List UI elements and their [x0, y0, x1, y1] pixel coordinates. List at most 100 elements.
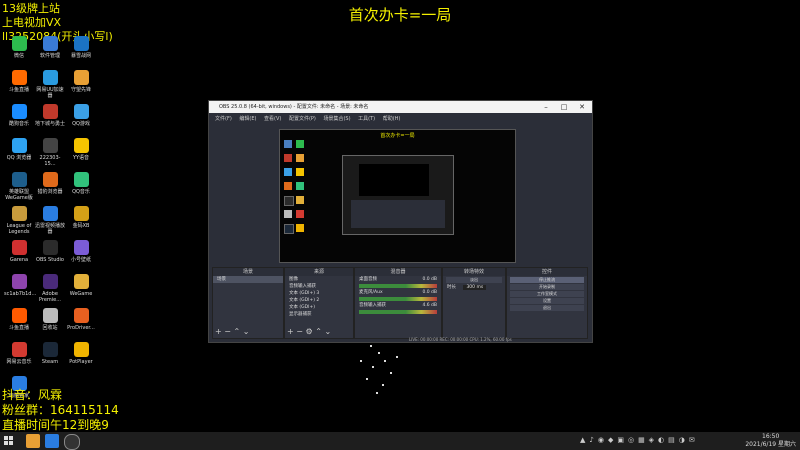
desktop-icon[interactable]: QQ音乐 — [66, 172, 96, 195]
desktop-icon[interactable]: 斗鱼直播 — [4, 308, 34, 331]
windows-start-icon[interactable] — [4, 436, 14, 446]
app-icon — [73, 36, 89, 51]
maximize-button[interactable]: □ — [557, 101, 571, 113]
taskbar-clock[interactable]: 16:50 2021/6/19 星期六 — [745, 433, 796, 449]
taskbar-app-icon[interactable] — [45, 434, 59, 448]
remove-icon[interactable]: − — [296, 327, 303, 336]
desktop-icon[interactable]: 222303-15... — [35, 138, 65, 167]
desktop-icon[interactable]: QQ 浏览器 — [4, 138, 34, 161]
desktop-icon[interactable]: Garena — [4, 240, 34, 263]
desktop-icon[interactable]: QQ游戏 — [66, 104, 96, 127]
desktop-icon[interactable]: 回收站 — [35, 308, 65, 331]
desktop-icon[interactable]: 猎豹浏览器 — [35, 172, 65, 195]
scene-item[interactable]: 场景 — [213, 276, 283, 283]
desktop-icon[interactable]: 金码XB — [66, 206, 96, 229]
app-icon — [42, 104, 58, 119]
preview-desktop-icon — [296, 210, 304, 218]
source-item[interactable]: 显示器捕获 — [285, 311, 353, 318]
minimize-button[interactable]: – — [539, 101, 553, 113]
menu-edit[interactable]: 编辑(E) — [239, 114, 256, 124]
volume-meter[interactable] — [359, 310, 437, 314]
desktop-icon[interactable]: PotPlayer — [66, 342, 96, 365]
desktop-icon[interactable]: WeGame — [66, 274, 96, 297]
desktop-icon-label: 网易UU加速器 — [36, 87, 64, 99]
desktop-icon[interactable]: YY语音 — [66, 138, 96, 161]
desktop-icon[interactable]: ProDriver... — [66, 308, 96, 331]
particle — [372, 366, 374, 368]
source-item[interactable]: 音频输入捕获 — [285, 283, 353, 290]
volume-meter[interactable] — [359, 284, 437, 288]
desktop-icon-label: WeGame — [69, 291, 93, 297]
desktop-icon-label: OBS Studio — [36, 257, 64, 263]
desktop-icon-label: 微信 — [13, 53, 24, 59]
preview-desktop-icon — [296, 168, 304, 176]
preview-desktop-icon — [284, 140, 292, 148]
controls-dock: 控件 停止推流 开始录制 工作室模式 设置 退出 — [506, 267, 588, 339]
obs-titlebar[interactable]: OBS 25.0.8 (64-bit, windows) - 配置文件: 未命名… — [209, 101, 592, 113]
desktop-icon-label: 222303-15... — [39, 155, 61, 167]
desktop-icon[interactable]: 小号壁纸 — [66, 240, 96, 263]
obs-window[interactable]: OBS 25.0.8 (64-bit, windows) - 配置文件: 未命名… — [208, 100, 593, 343]
up-arrow-icon[interactable]: ⌃ — [315, 327, 322, 336]
desktop-icon-label: Adobe Premie... — [38, 291, 62, 303]
obs-taskbar-icon[interactable] — [64, 434, 80, 450]
menu-profile[interactable]: 配置文件(P) — [289, 114, 316, 124]
obs-menubar: 文件(F) 编辑(E) 查看(V) 配置文件(P) 场景集合(S) 工具(T) … — [209, 114, 592, 124]
app-icon — [73, 308, 89, 323]
desktop-icon[interactable]: League of Legends — [4, 206, 34, 235]
app-icon — [11, 206, 27, 221]
remove-icon[interactable]: − — [224, 327, 231, 336]
add-icon[interactable]: + — [287, 327, 294, 336]
studio-mode-button[interactable]: 工作室模式 — [510, 291, 584, 297]
exit-button[interactable]: 退出 — [510, 305, 584, 311]
desktop-icon[interactable]: 守望先锋 — [66, 70, 96, 93]
stop-streaming-button[interactable]: 停止推流 — [510, 277, 584, 283]
down-arrow-icon[interactable]: ⌄ — [243, 327, 250, 336]
desktop-icon[interactable]: 斗鱼直播 — [4, 70, 34, 93]
menu-help[interactable]: 帮助(H) — [383, 114, 401, 124]
desktop-icon[interactable]: 英雄联盟 WeGame版 — [4, 172, 34, 201]
desktop-icon[interactable]: 迅雷视频播放器 — [35, 206, 65, 235]
settings-button[interactable]: 设置 — [510, 298, 584, 304]
source-item[interactable]: 图像 — [285, 276, 353, 283]
start-recording-button[interactable]: 开始录制 — [510, 284, 584, 290]
desktop-icon[interactable]: OBS Studio — [35, 240, 65, 263]
taskbar-app-icon[interactable] — [26, 434, 40, 448]
app-icon — [42, 342, 58, 357]
clock-date: 2021/6/19 星期六 — [745, 441, 796, 448]
desktop-icon-label: 英雄联盟 WeGame版 — [5, 189, 33, 201]
desktop-icon[interactable]: 软件管理 — [35, 36, 65, 59]
gear-icon[interactable]: ⚙ — [306, 327, 313, 336]
source-item[interactable]: 文本 (GDI+) 2 — [285, 297, 353, 304]
menu-file[interactable]: 文件(F) — [215, 114, 232, 124]
system-tray-icons[interactable]: ▲♪◉◆▣◎▦◈◐▤◑✉ — [580, 436, 699, 444]
volume-meter[interactable] — [359, 297, 437, 301]
up-arrow-icon[interactable]: ⌃ — [234, 327, 241, 336]
desktop-icon-label: 迅雷视频播放器 — [35, 223, 66, 235]
add-icon[interactable]: + — [215, 327, 222, 336]
desktop-icon[interactable]: Steam — [35, 342, 65, 365]
desktop-icon[interactable]: 暴雪战网 — [66, 36, 96, 59]
desktop-icon[interactable]: Adobe Premie... — [35, 274, 65, 303]
desktop-icon[interactable]: 网易UU加速器 — [35, 70, 65, 99]
menu-scene-collection[interactable]: 场景集合(S) — [323, 114, 350, 124]
transition-select[interactable]: 淡出 — [446, 277, 502, 283]
obs-preview[interactable]: 首次办卡=一局 — [279, 129, 516, 263]
source-item[interactable]: 文本 (GDI+) — [285, 304, 353, 311]
desktop-icon[interactable]: 网易云音乐 — [4, 342, 34, 365]
desktop-icon[interactable]: 酷狗音乐 — [4, 104, 34, 127]
desktop-icon-label: ProDriver... — [67, 325, 95, 331]
duration-input[interactable]: 300 ms — [463, 285, 487, 290]
desktop-icon[interactable]: sc1ab7b1d... — [4, 274, 36, 297]
overlay-line: 抖音：风霖 — [2, 388, 63, 402]
menu-view[interactable]: 查看(V) — [264, 114, 281, 124]
down-arrow-icon[interactable]: ⌄ — [324, 327, 331, 336]
desktop-icon[interactable]: 微信 — [4, 36, 34, 59]
source-item[interactable]: 文本 (GDI+) 3 — [285, 290, 353, 297]
desktop-icon[interactable]: 地下城与勇士 — [35, 104, 65, 127]
menu-tools[interactable]: 工具(T) — [358, 114, 375, 124]
desktop-icon-label: 小号壁纸 — [70, 257, 91, 263]
mixer-channel: 音频输入捕获 4.6 dB — [355, 302, 441, 309]
particle — [390, 372, 392, 374]
close-button[interactable]: ✕ — [575, 101, 589, 113]
